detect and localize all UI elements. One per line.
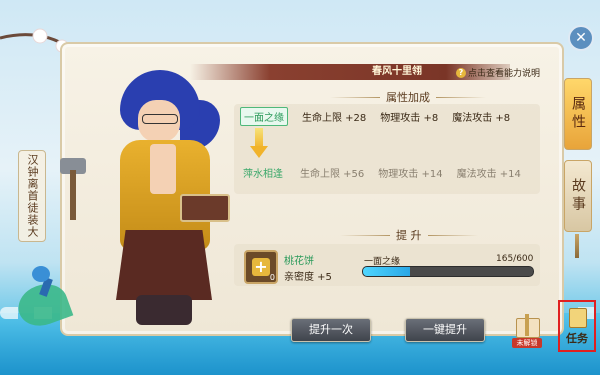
arrow-down-icon	[250, 128, 268, 160]
tab-story[interactable]: 故事	[564, 160, 592, 232]
attributes-section-title: 属性加成	[330, 89, 486, 105]
bird-icon	[28, 260, 58, 297]
stat-hp: 生命上限 +28	[302, 112, 367, 124]
current-bond-tag: 一面之缘	[240, 106, 288, 126]
close-icon[interactable]: ✕	[568, 25, 594, 51]
upgrade-section-title: 提 升	[340, 227, 478, 243]
next-stat-phys-atk: 物理攻击 +14	[378, 168, 443, 180]
ability-info-link[interactable]: ? 点击查看能力说明	[456, 66, 540, 79]
item-slot[interactable]: + 0	[244, 250, 278, 284]
intimacy-value: 亲密度 +5	[284, 272, 332, 283]
scroll-icon	[569, 308, 587, 328]
help-icon: ?	[456, 67, 466, 78]
stat-phys-atk: 物理攻击 +8	[380, 112, 439, 124]
next-stat-magic-atk: 魔法攻击 +14	[456, 168, 521, 180]
character-title-vertical: 汉钟离首徒装大	[18, 150, 46, 242]
gift-button[interactable]: 未解锁	[512, 314, 542, 350]
progress-text: 165/600	[496, 254, 534, 264]
ability-link-text: 点击查看能力说明	[468, 69, 541, 79]
stat-magic-atk: 魔法攻击 +8	[452, 112, 511, 124]
next-bond-tag: 萍水相逢	[243, 168, 283, 180]
next-bond-row: 萍水相逢 生命上限 +56 物理攻击 +14 魔法攻击 +14	[240, 163, 521, 181]
item-name: 桃花饼	[284, 256, 314, 267]
current-bond-row: 一面之缘 生命上限 +28 物理攻击 +8 魔法攻击 +8	[240, 106, 511, 126]
tab-attributes[interactable]: 属性	[564, 78, 592, 150]
progress-fill	[363, 267, 410, 276]
next-stat-hp: 生命上限 +56	[300, 168, 365, 180]
upgrade-once-button[interactable]: 提升一次	[291, 318, 371, 342]
task-label: 任务	[566, 332, 588, 345]
plus-icon: +	[252, 258, 270, 276]
gift-locked-label: 未解锁	[512, 338, 542, 348]
character-banner-name: 春风十里翎	[372, 66, 422, 77]
intimacy-progress-bar	[362, 266, 534, 277]
tab-tassel	[575, 234, 579, 258]
item-count: 0	[269, 273, 275, 282]
character-portrait	[60, 70, 240, 330]
task-button[interactable]: 任务	[558, 300, 596, 352]
upgrade-all-button[interactable]: 一键提升	[405, 318, 485, 342]
